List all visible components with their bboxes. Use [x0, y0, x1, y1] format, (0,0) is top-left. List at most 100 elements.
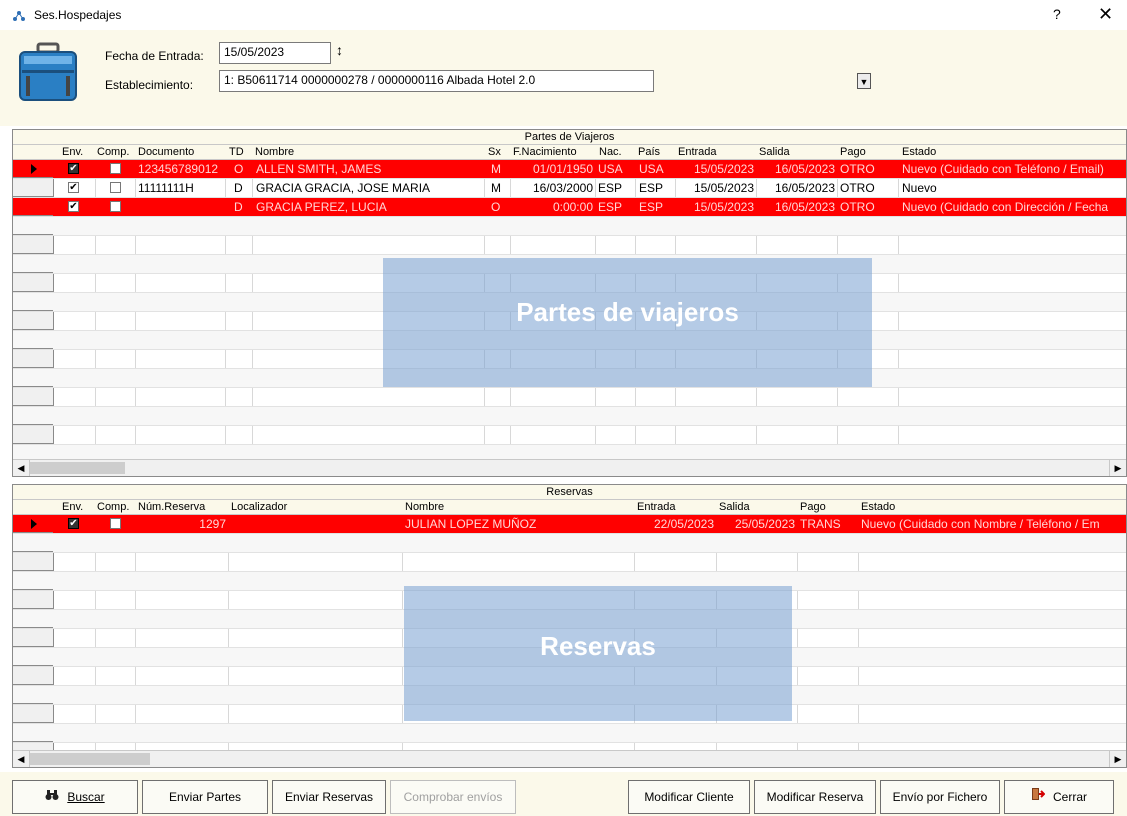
close-button[interactable]: ✕: [1098, 4, 1113, 25]
exit-door-icon: [1031, 781, 1046, 813]
col-comp[interactable]: Comp.: [97, 500, 129, 514]
cell-estado: Nuevo (Cuidado con Dirección / Fecha: [902, 200, 1109, 214]
suitcase-icon: [19, 42, 77, 101]
col-nombre[interactable]: Nombre: [405, 500, 444, 514]
fecha-label: Fecha de Entrada:: [105, 49, 204, 63]
table-row[interactable]: ✔ 123456789012 O ALLEN SMITH, JAMES M 01…: [13, 160, 1126, 179]
establecimiento-select[interactable]: 1: B50611714 0000000278 / 0000000116 Alb…: [219, 70, 871, 92]
env-checkbox[interactable]: ✔: [68, 163, 79, 174]
establecimiento-label: Establecimiento:: [105, 78, 194, 92]
cell-td: D: [234, 181, 243, 195]
scroll-left-icon[interactable]: ◀: [13, 751, 30, 767]
col-env[interactable]: Env.: [62, 500, 83, 514]
partes-grid-title: Partes de Viajeros: [13, 130, 1126, 145]
col-nacimiento[interactable]: F.Nacimiento: [513, 145, 577, 159]
reservas-header: Env. Comp. Núm.Reserva Localizador Nombr…: [13, 500, 1126, 515]
cell-td: O: [234, 162, 244, 176]
enviar-reservas-button[interactable]: Enviar Reservas: [272, 780, 386, 814]
col-entrada[interactable]: Entrada: [678, 145, 717, 159]
cell-pais: ESP: [639, 200, 664, 214]
col-entrada[interactable]: Entrada: [637, 500, 676, 514]
cerrar-button[interactable]: Cerrar: [1004, 780, 1114, 814]
col-nombre[interactable]: Nombre: [255, 145, 294, 159]
env-checkbox[interactable]: ✔: [68, 518, 79, 529]
envio-fichero-button[interactable]: Envío por Fichero: [880, 780, 1000, 814]
buscar-button[interactable]: Buscar: [12, 780, 138, 814]
row-indicator[interactable]: [13, 198, 53, 216]
table-row[interactable]: ✔ D GRACIA PEREZ, LUCIA O 0:00:00 ESP ES…: [13, 198, 1126, 217]
modificar-reserva-button[interactable]: Modificar Reserva: [754, 780, 876, 814]
window-title: Ses.Hospedajes: [34, 8, 122, 22]
cell-pago: OTRO: [840, 200, 875, 214]
reservas-overlay-label: Reservas: [404, 586, 792, 721]
row-indicator[interactable]: [13, 179, 53, 197]
cell-numero-reserva: 1297: [199, 517, 226, 531]
cell-entrada: 15/05/2023: [693, 200, 754, 214]
table-row[interactable]: ✔ 1297 JULIAN LOPEZ MUÑOZ 22/05/2023 25/…: [13, 515, 1126, 534]
table-row[interactable]: ✔ 11111111H D GRACIA GRACIA, JOSE MARIA …: [13, 179, 1126, 198]
col-env[interactable]: Env.: [62, 145, 83, 159]
empty-row: [13, 388, 1126, 407]
cell-nac: ESP: [598, 200, 623, 214]
cell-sx: O: [491, 200, 501, 214]
col-estado[interactable]: Estado: [902, 145, 936, 159]
buscar-label: Buscar: [67, 790, 105, 804]
cell-estado: Nuevo (Cuidado con Nombre / Teléfono / E…: [861, 517, 1100, 531]
col-estado[interactable]: Estado: [861, 500, 895, 514]
cell-nombre: ALLEN SMITH, JAMES: [256, 162, 382, 176]
date-spinner-icon[interactable]: ↕: [336, 42, 343, 58]
chevron-down-icon[interactable]: ▼: [857, 73, 871, 89]
header-form: Fecha de Entrada: 15/05/2023 ↕ Estableci…: [0, 30, 1127, 126]
comp-checkbox[interactable]: [110, 518, 121, 529]
cell-td: D: [234, 200, 243, 214]
col-documento[interactable]: Documento: [138, 145, 194, 159]
cell-nacimiento: 0:00:00: [552, 200, 593, 214]
reservas-horizontal-scrollbar[interactable]: ◀ ▶: [13, 750, 1126, 767]
help-button[interactable]: ?: [1053, 6, 1061, 22]
comprobar-envios-button[interactable]: Comprobar envíos: [390, 780, 516, 814]
cell-nacimiento: 16/03/2000: [532, 181, 593, 195]
cell-documento: 11111111H: [138, 181, 194, 195]
col-nac[interactable]: Nac.: [599, 145, 622, 159]
scroll-thumb[interactable]: [30, 462, 125, 474]
col-comp[interactable]: Comp.: [97, 145, 129, 159]
enviar-partes-button[interactable]: Enviar Partes: [142, 780, 268, 814]
fecha-entrada-input[interactable]: 15/05/2023: [219, 42, 331, 64]
cell-salida: 16/05/2023: [774, 162, 835, 176]
empty-row: [13, 426, 1126, 445]
cell-sx: M: [491, 181, 501, 195]
cell-entrada: 22/05/2023: [653, 517, 714, 531]
cell-pais: USA: [639, 162, 664, 176]
col-pago[interactable]: Pago: [840, 145, 866, 159]
cell-entrada: 15/05/2023: [693, 162, 754, 176]
cell-nombre: JULIAN LOPEZ MUÑOZ: [405, 517, 537, 531]
col-td[interactable]: TD: [229, 145, 244, 159]
col-pago[interactable]: Pago: [800, 500, 826, 514]
scroll-left-icon[interactable]: ◀: [13, 460, 30, 476]
env-checkbox[interactable]: ✔: [68, 201, 79, 212]
scroll-thumb[interactable]: [30, 753, 150, 765]
col-localizador[interactable]: Localizador: [231, 500, 287, 514]
cell-nac: USA: [598, 162, 623, 176]
env-checkbox[interactable]: ✔: [68, 182, 79, 193]
button-bar: Buscar Enviar Partes Enviar Reservas Com…: [0, 772, 1127, 816]
comp-checkbox[interactable]: [110, 182, 121, 193]
col-sx[interactable]: Sx: [488, 145, 501, 159]
scroll-right-icon[interactable]: ▶: [1109, 460, 1126, 476]
modificar-cliente-button[interactable]: Modificar Cliente: [628, 780, 750, 814]
row-indicator[interactable]: [13, 515, 53, 533]
reservas-grid-title: Reservas: [13, 485, 1126, 500]
col-salida[interactable]: Salida: [719, 500, 750, 514]
scroll-right-icon[interactable]: ▶: [1109, 751, 1126, 767]
col-numero-reserva[interactable]: Núm.Reserva: [138, 500, 205, 514]
comp-checkbox[interactable]: [110, 201, 121, 212]
comp-checkbox[interactable]: [110, 163, 121, 174]
row-indicator[interactable]: [13, 160, 53, 178]
cell-documento: 123456789012: [138, 162, 219, 176]
cell-salida: 25/05/2023: [734, 517, 795, 531]
empty-row: [13, 724, 1126, 743]
partes-horizontal-scrollbar[interactable]: ◀ ▶: [13, 459, 1126, 476]
col-pais[interactable]: País: [638, 145, 660, 159]
cerrar-label: Cerrar: [1052, 790, 1087, 804]
col-salida[interactable]: Salida: [759, 145, 790, 159]
